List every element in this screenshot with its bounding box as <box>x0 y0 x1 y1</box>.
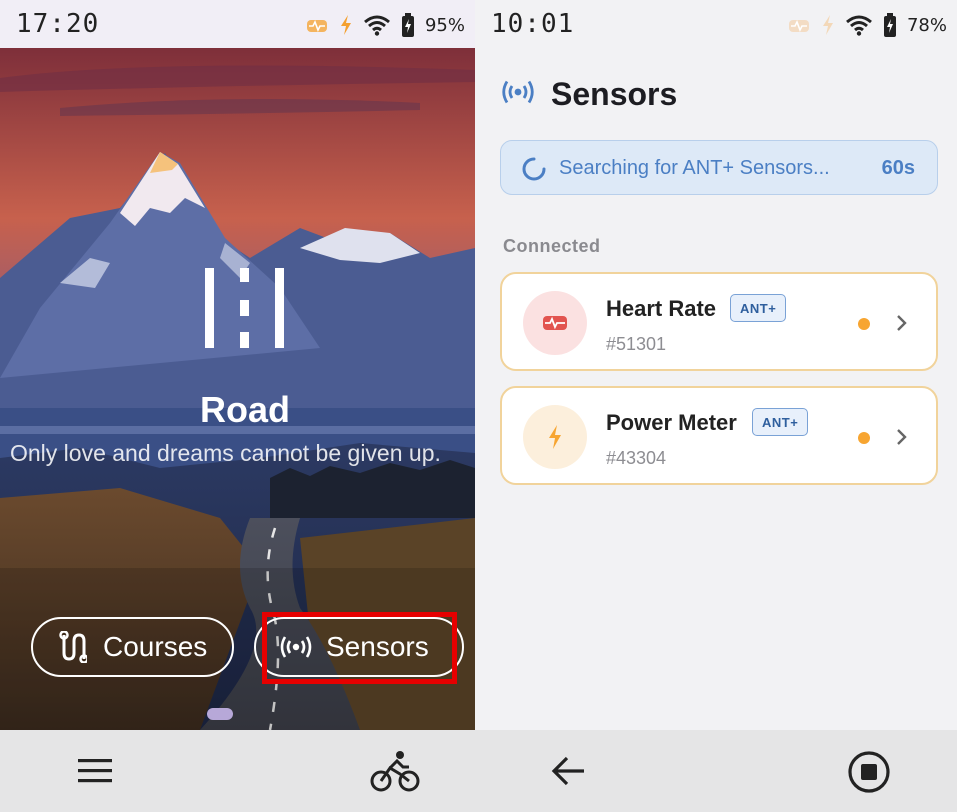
sensor-avatar <box>523 405 587 469</box>
search-status-text: Searching for ANT+ Sensors... <box>559 157 830 179</box>
protocol-badge: ANT+ <box>730 294 787 322</box>
back-arrow-icon[interactable] <box>551 756 585 786</box>
sensor-id: #43304 <box>606 448 667 468</box>
battery-percent: 95% <box>424 14 465 36</box>
status-icons: 95% <box>305 12 465 38</box>
sensor-id: #51301 <box>606 334 667 354</box>
battery-charging-icon <box>883 13 896 37</box>
stop-icon[interactable] <box>847 750 891 794</box>
sensor-signal-icon <box>502 80 534 104</box>
chevron-right-icon <box>897 315 907 331</box>
left-screen: 17:20 95% Road Only love and dreams cann… <box>0 0 475 812</box>
lightning-icon <box>549 425 561 449</box>
battery-percent: 78% <box>906 14 947 36</box>
courses-button[interactable]: Courses <box>31 617 234 677</box>
sensor-card-power-meter[interactable]: Power Meter ANT+ #43304 <box>500 386 938 485</box>
sensors-button[interactable]: Sensors <box>254 617 464 677</box>
bottom-nav-bar <box>475 730 957 812</box>
sensor-avatar <box>523 291 587 355</box>
search-countdown: 60s <box>881 157 915 179</box>
battery-charging-icon <box>401 13 414 37</box>
hamburger-menu-icon[interactable] <box>78 758 112 784</box>
route-icon <box>59 631 87 663</box>
wifi-icon <box>364 15 390 36</box>
status-time: 17:20 <box>16 9 100 39</box>
lightning-status-icon <box>340 15 351 35</box>
status-time: 10:01 <box>491 9 575 39</box>
hero-subtitle: Only love and dreams cannot be given up. <box>10 440 441 466</box>
bottom-nav-bar <box>0 730 475 812</box>
heart-rate-status-icon <box>788 20 809 32</box>
loading-spinner-icon <box>522 157 546 181</box>
bicycle-icon[interactable] <box>370 750 420 792</box>
connection-status-dot <box>858 318 870 330</box>
heart-rate-status-icon <box>306 20 327 32</box>
wifi-icon <box>846 15 872 36</box>
sensor-name: Heart Rate <box>606 296 717 321</box>
courses-label: Courses <box>103 631 208 662</box>
protocol-badge: ANT+ <box>752 408 809 436</box>
section-label-connected: Connected <box>503 236 601 256</box>
right-screen: 10:01 78% Sensors Searching for ANT+ Sen… <box>475 0 957 812</box>
connection-status-dot <box>858 432 870 444</box>
chevron-right-icon <box>897 429 907 445</box>
page-indicator <box>207 708 233 720</box>
road-logo-icon <box>205 268 284 348</box>
heart-rate-icon <box>543 316 567 330</box>
sensor-card-heart-rate[interactable]: Heart Rate ANT+ #51301 <box>500 272 938 371</box>
status-bar: 17:20 95% <box>0 0 475 48</box>
sensor-name: Power Meter <box>606 410 737 435</box>
search-status-banner: Searching for ANT+ Sensors... 60s <box>500 140 938 195</box>
sensor-signal-icon <box>280 636 312 658</box>
sensors-label: Sensors <box>326 631 429 662</box>
status-icons: 78% <box>787 12 947 38</box>
lightning-status-icon <box>822 15 833 35</box>
screen-header: Sensors <box>475 48 957 118</box>
hero-title: Road <box>200 389 290 430</box>
page-title: Sensors <box>551 76 678 112</box>
